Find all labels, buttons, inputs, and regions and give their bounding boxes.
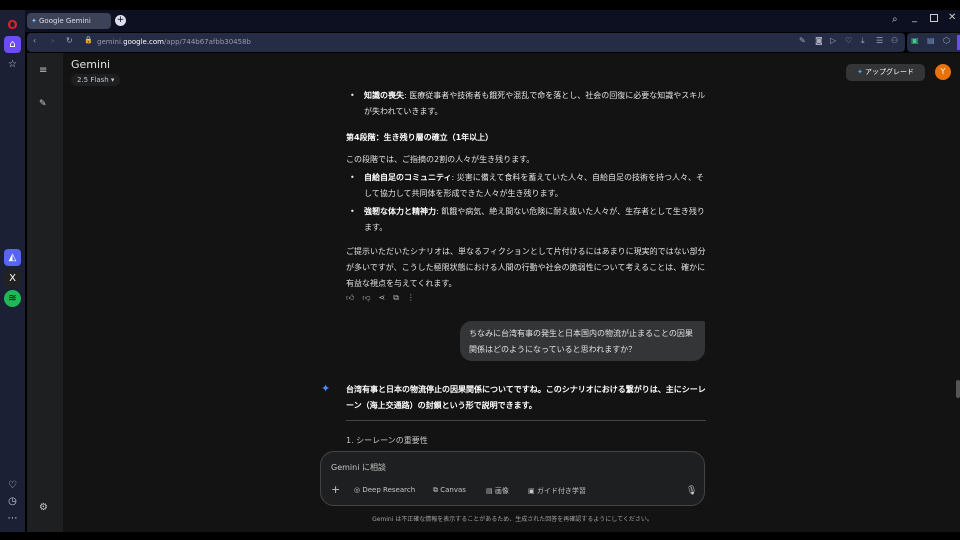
paragraph: ご提示いただいたシナリオは、単なるフィクションとして片付けるにはあまりに現実的で… xyxy=(346,247,706,288)
tab-google-gemini[interactable]: ✦ Google Gemini xyxy=(27,13,111,29)
url-field[interactable]: gemini.google.com/app/744b67afbb30458b xyxy=(97,38,251,46)
x-icon[interactable]: X xyxy=(4,270,21,287)
opera-logo-icon[interactable]: O xyxy=(4,16,21,33)
image-button[interactable]: ▤ 画像 xyxy=(486,486,509,496)
lock-icon: 🔒 xyxy=(84,36,93,44)
avatar[interactable]: Y xyxy=(935,64,951,80)
prompt-input[interactable]: Gemini に相談 xyxy=(331,462,386,473)
search-icon[interactable]: ⌕ xyxy=(892,14,898,25)
prompt-input-box[interactable]: Gemini に相談 + ◎ Deep Research ⧉ Canvas ▤ … xyxy=(320,451,705,506)
sparkle-icon: ✦ xyxy=(856,68,863,76)
app-icon[interactable]: ◭ xyxy=(4,249,21,266)
history-icon[interactable]: ◷ xyxy=(4,493,21,510)
extensions-icon[interactable]: ⬡ xyxy=(943,36,950,45)
copy-icon[interactable]: ⧉ xyxy=(393,293,399,303)
more-icon[interactable]: ⋯ xyxy=(4,510,21,527)
new-tab-button[interactable]: + xyxy=(115,15,126,26)
add-icon[interactable]: + xyxy=(331,483,340,496)
paragraph: この段階では、ご指摘の2割の人々が生き残ります。 xyxy=(346,155,535,164)
response-2: 台湾有事と日本の物流停止の因果関係についてですね。このシナリオにおける繋がりは、… xyxy=(346,382,706,449)
more-options-icon[interactable]: ⋮ xyxy=(407,293,415,303)
maximize-button[interactable] xyxy=(930,14,938,22)
thumbs-up-icon[interactable]: 👍︎ xyxy=(346,293,354,303)
extension-icon[interactable]: ▣ xyxy=(911,36,919,45)
tab-bar: ✦ Google Gemini + ⌕ _ ✕ xyxy=(25,10,960,32)
canvas-button[interactable]: ⧉ Canvas xyxy=(433,486,466,495)
deep-research-button[interactable]: ◎ Deep Research xyxy=(354,486,415,494)
list-item: 知識の喪失: 医療従事者や技術者も餓死や混乱で命を落とし、社会の回復に必要な知識… xyxy=(346,88,706,120)
section-heading: 1. シーレーンの重要性 xyxy=(346,436,428,445)
new-chat-icon[interactable]: ✎ xyxy=(39,99,47,109)
camera-icon[interactable]: ◙ xyxy=(815,36,823,45)
address-bar: ‹ › ↻ 🔒 gemini.google.com/app/744b67afbb… xyxy=(27,33,905,52)
spotify-icon[interactable]: ≋ xyxy=(4,290,21,307)
share-icon[interactable]: ⋖ xyxy=(379,293,386,303)
settings-icon[interactable]: ⚙ xyxy=(39,502,48,513)
list-item: 自給自足のコミュニティ: 災害に備えて食料を蓄えていた人々、自給自足の技術を持つ… xyxy=(346,170,706,202)
gemini-spark-icon: ✦ xyxy=(321,382,331,395)
microphone-icon[interactable]: 🎙︎ xyxy=(686,486,697,496)
user-message: ちなみに台湾有事の発生と日本国内の物流が止まることの因果関係はどのようになってい… xyxy=(460,321,705,361)
model-selector[interactable]: 2.5 Flash ▾ xyxy=(71,74,121,86)
heart-icon[interactable]: ♡ xyxy=(845,36,852,45)
reload-button[interactable]: ↻ xyxy=(66,36,73,45)
minimize-button[interactable]: _ xyxy=(912,12,917,23)
back-button[interactable]: ‹ xyxy=(33,36,36,45)
home-icon[interactable]: ⌂ xyxy=(4,36,21,53)
send-icon[interactable]: ▷ xyxy=(830,36,836,45)
thumbs-down-icon[interactable]: 👎︎ xyxy=(362,293,370,303)
menu-icon[interactable]: ☰ xyxy=(876,36,883,45)
disclaimer: Gemini は不正確な情報を表示することがあるため、生成された回答を再確認する… xyxy=(372,516,653,523)
app-title: Gemini xyxy=(71,58,111,71)
list-item: 強靭な体力と精神力: 飢餓や病気、絶え間ない危険に耐え抜いた人々が、生存者として… xyxy=(346,204,706,236)
gemini-sidebar: ≡ ✎ ⚙ xyxy=(27,53,63,532)
profile-icon[interactable]: ⚇ xyxy=(891,36,898,45)
star-icon[interactable]: ☆ xyxy=(4,56,21,73)
snapshot-icon[interactable]: ✎ xyxy=(799,36,806,45)
gemini-favicon-icon: ✦ xyxy=(31,17,37,25)
response-actions: 👍︎ 👎︎ ⋖ ⧉ ⋮ xyxy=(346,293,415,303)
close-button[interactable]: ✕ xyxy=(948,12,956,23)
heart-icon[interactable]: ♡ xyxy=(4,477,21,494)
extensions-bar: ▣ ▤ ⬡ xyxy=(907,33,960,52)
download-icon[interactable]: ⤓ xyxy=(861,36,865,46)
forward-button[interactable]: › xyxy=(51,36,54,45)
response-1: 知識の喪失: 医療従事者や技術者も餓死や混乱で命を落とし、社会の回復に必要な知識… xyxy=(346,88,706,292)
guided-learning-button[interactable]: ▣ ガイド付き学習 xyxy=(528,486,586,496)
scrollbar[interactable] xyxy=(956,380,960,398)
extension-icon[interactable]: ▤ xyxy=(927,36,935,45)
tab-title: Google Gemini xyxy=(39,17,91,25)
upgrade-button[interactable]: ✦ アップグレード xyxy=(846,64,925,81)
menu-icon[interactable]: ≡ xyxy=(39,65,47,76)
section-heading: 第4段階：生き残り層の確立（1年以上） xyxy=(346,133,494,142)
opera-sidebar: O ⌂ ☆ ◭ X ≋ ♡ ◷ ⋯ xyxy=(0,10,25,532)
